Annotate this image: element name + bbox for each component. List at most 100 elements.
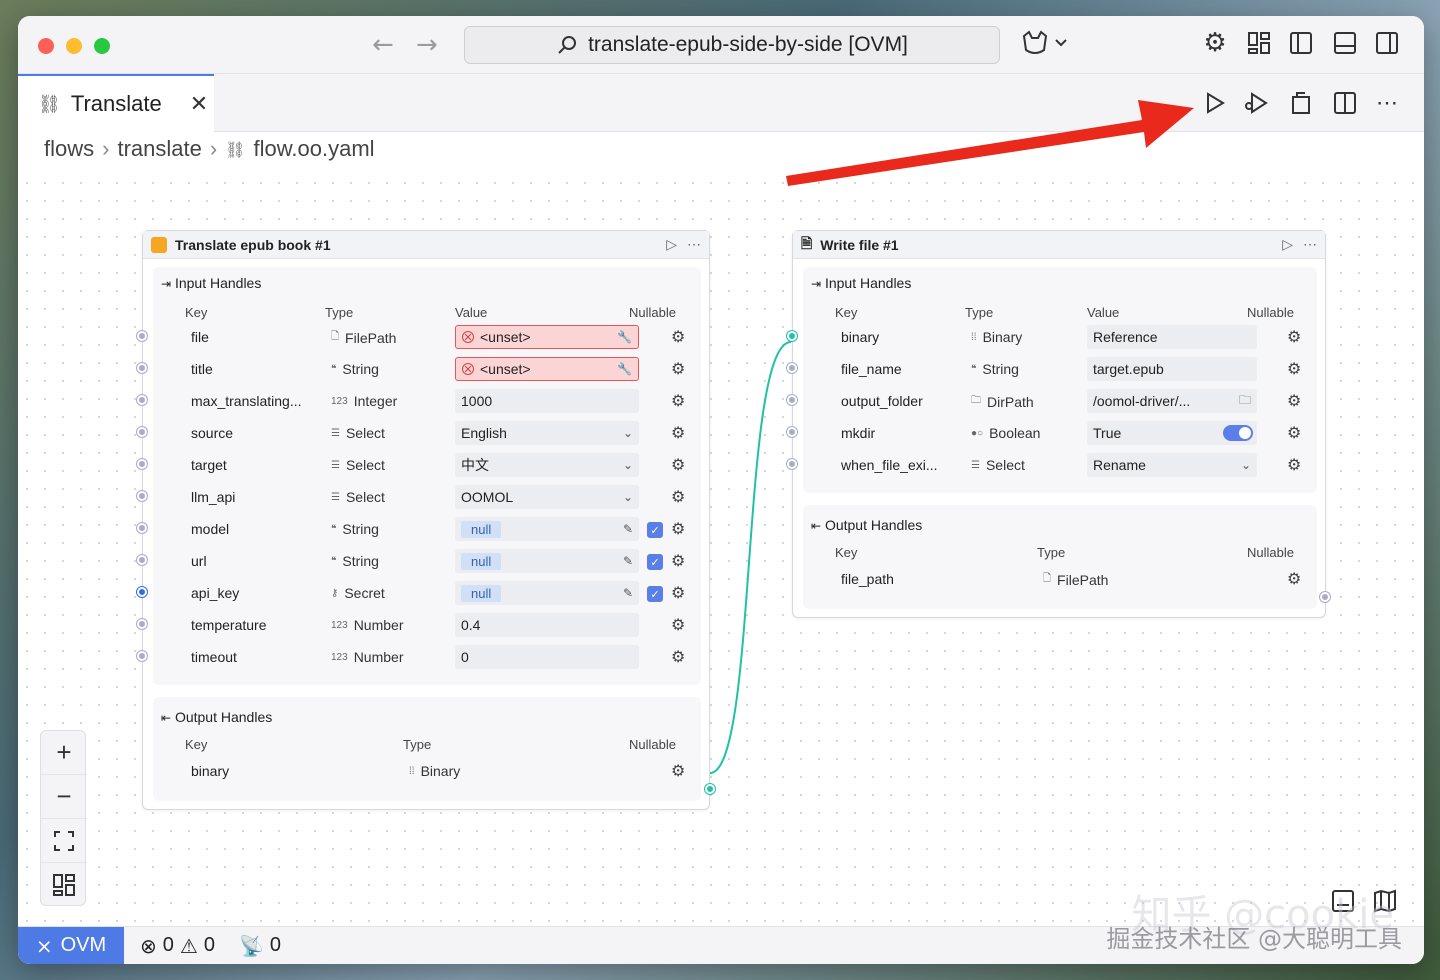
input-value-field[interactable]: null ✎ bbox=[455, 549, 639, 573]
problems-status[interactable]: ⊗ 0 ⚠ 0 bbox=[140, 934, 215, 958]
command-search-bar[interactable]: translate-epub-side-by-side [OVM] bbox=[464, 26, 1000, 64]
input-handle[interactable] bbox=[137, 459, 147, 469]
layout-button[interactable] bbox=[41, 863, 87, 907]
close-tab-icon[interactable]: ✕ bbox=[190, 91, 208, 117]
input-value-field[interactable]: null ✎ bbox=[455, 517, 639, 541]
input-handle[interactable] bbox=[137, 331, 147, 341]
maximize-window-button[interactable] bbox=[94, 38, 110, 54]
edit-pencil-icon[interactable]: ✎ bbox=[623, 586, 633, 600]
node-header: Translate epub book #1 ▷ ⋯ bbox=[143, 231, 709, 259]
input-handle[interactable] bbox=[787, 363, 797, 373]
input-value-field[interactable]: ✕ <unset> 🔧 bbox=[455, 357, 639, 381]
nullable-checkbox[interactable]: ✓ bbox=[647, 522, 663, 538]
input-settings-gear-icon[interactable]: ⚙ bbox=[671, 615, 685, 634]
node-more-icon[interactable]: ⋯ bbox=[687, 236, 701, 253]
input-settings-gear-icon[interactable]: ⚙ bbox=[1287, 359, 1301, 378]
node-translate-epub[interactable]: Translate epub book #1 ▷ ⋯ ⇥ Input Handl… bbox=[142, 230, 710, 810]
run-flow-icon[interactable] bbox=[1200, 88, 1230, 118]
input-handle[interactable] bbox=[137, 651, 147, 661]
forward-arrow-icon[interactable]: → bbox=[416, 30, 438, 60]
input-settings-gear-icon[interactable]: ⚙ bbox=[671, 455, 685, 474]
input-handle[interactable] bbox=[787, 427, 797, 437]
fit-view-button[interactable] bbox=[41, 819, 87, 863]
input-settings-gear-icon[interactable]: ⚙ bbox=[671, 359, 685, 378]
output-handle-binary[interactable] bbox=[705, 784, 715, 794]
nullable-checkbox[interactable]: ✓ bbox=[647, 586, 663, 602]
run-step-icon[interactable] bbox=[1242, 88, 1272, 118]
edit-value-icon[interactable]: 🔧 bbox=[617, 330, 632, 344]
ports-status[interactable]: 📡 0 bbox=[239, 934, 281, 958]
input-settings-gear-icon[interactable]: ⚙ bbox=[1287, 423, 1301, 442]
split-editor-icon[interactable] bbox=[1330, 88, 1360, 118]
breadcrumb-item-translate[interactable]: translate bbox=[117, 136, 201, 162]
input-handle[interactable] bbox=[137, 619, 147, 629]
input-handle[interactable] bbox=[137, 427, 147, 437]
input-value-field[interactable]: /oomol-driver/... 🗀 bbox=[1087, 389, 1257, 413]
input-value-field[interactable]: 中文 ⌄ bbox=[455, 453, 639, 477]
remote-env-badge[interactable]: ⨯ OVM bbox=[18, 926, 124, 964]
export-icon[interactable] bbox=[1286, 88, 1316, 118]
agent-icon[interactable] bbox=[1018, 28, 1072, 58]
back-arrow-icon[interactable]: ← bbox=[372, 30, 394, 60]
input-value-field[interactable]: null ✎ bbox=[455, 581, 639, 605]
breadcrumb-item-flows[interactable]: flows bbox=[44, 136, 94, 162]
input-value-field[interactable]: 0 bbox=[455, 645, 639, 669]
input-handle[interactable] bbox=[787, 459, 797, 469]
input-settings-gear-icon[interactable]: ⚙ bbox=[671, 583, 685, 602]
node-write-file[interactable]: 🗎 Write file #1 ▷ ⋯ ⇥ Input Handles Key … bbox=[792, 230, 1326, 618]
input-handle[interactable] bbox=[137, 523, 147, 533]
input-settings-gear-icon[interactable]: ⚙ bbox=[671, 391, 685, 410]
input-value-field[interactable]: 1000 bbox=[455, 389, 639, 413]
input-value-field[interactable]: Rename ⌄ bbox=[1087, 453, 1257, 477]
tab-translate[interactable]: ⛓ Translate ✕ bbox=[18, 74, 214, 132]
input-settings-gear-icon[interactable]: ⚙ bbox=[671, 519, 685, 538]
input-handle[interactable] bbox=[137, 395, 147, 405]
flow-canvas[interactable]: Translate epub book #1 ▷ ⋯ ⇥ Input Handl… bbox=[18, 174, 1424, 926]
input-value-field[interactable]: OOMOL ⌄ bbox=[455, 485, 639, 509]
input-handle[interactable] bbox=[137, 555, 147, 565]
input-value-field[interactable]: 0.4 bbox=[455, 613, 639, 637]
settings-gear-icon[interactable]: ⚙ bbox=[1200, 28, 1230, 58]
minimize-window-button[interactable] bbox=[66, 38, 82, 54]
input-handle[interactable] bbox=[137, 363, 147, 373]
input-settings-gear-icon[interactable]: ⚙ bbox=[671, 647, 685, 666]
input-value-field[interactable]: target.epub bbox=[1087, 357, 1257, 381]
input-value-field[interactable]: Reference bbox=[1087, 325, 1257, 349]
right-sidebar-icon[interactable] bbox=[1372, 28, 1402, 58]
more-actions-icon[interactable]: ⋯ bbox=[1372, 88, 1402, 118]
input-handles-icon: ⇥ bbox=[811, 277, 822, 291]
input-settings-gear-icon[interactable]: ⚙ bbox=[671, 423, 685, 442]
layout-grid-icon[interactable] bbox=[1244, 28, 1274, 58]
close-window-button[interactable] bbox=[38, 38, 54, 54]
edit-value-icon[interactable]: 🔧 bbox=[617, 362, 632, 376]
zoom-in-button[interactable]: + bbox=[41, 731, 87, 775]
input-settings-gear-icon[interactable]: ⚙ bbox=[671, 487, 685, 506]
input-handle[interactable] bbox=[787, 331, 797, 341]
edit-pencil-icon[interactable]: ✎ bbox=[623, 522, 633, 536]
input-value-field[interactable]: ✕ <unset> 🔧 bbox=[455, 325, 639, 349]
input-handle[interactable] bbox=[137, 587, 147, 597]
zoom-out-button[interactable]: − bbox=[41, 775, 87, 819]
node-more-icon[interactable]: ⋯ bbox=[1303, 236, 1317, 253]
output-settings-gear-icon[interactable]: ⚙ bbox=[671, 761, 685, 780]
left-sidebar-icon[interactable] bbox=[1286, 28, 1316, 58]
output-handle-file-path[interactable] bbox=[1320, 592, 1330, 602]
input-handle[interactable] bbox=[137, 491, 147, 501]
bottom-panel-icon[interactable] bbox=[1330, 28, 1360, 58]
breadcrumb-item-file[interactable]: flow.oo.yaml bbox=[253, 136, 374, 162]
folder-search-icon[interactable]: 🗀 bbox=[1239, 391, 1251, 412]
input-value-field[interactable]: English ⌄ bbox=[455, 421, 639, 445]
input-settings-gear-icon[interactable]: ⚙ bbox=[1287, 327, 1301, 346]
run-node-icon[interactable]: ▷ bbox=[1282, 236, 1293, 253]
boolean-toggle[interactable] bbox=[1223, 425, 1253, 441]
nullable-checkbox[interactable]: ✓ bbox=[647, 554, 663, 570]
input-settings-gear-icon[interactable]: ⚙ bbox=[1287, 391, 1301, 410]
input-handle[interactable] bbox=[787, 395, 797, 405]
input-settings-gear-icon[interactable]: ⚙ bbox=[671, 551, 685, 570]
input-row: mkdir ●○ Boolean True ⚙ bbox=[803, 419, 1317, 447]
edit-pencil-icon[interactable]: ✎ bbox=[623, 554, 633, 568]
input-settings-gear-icon[interactable]: ⚙ bbox=[671, 327, 685, 346]
input-settings-gear-icon[interactable]: ⚙ bbox=[1287, 455, 1301, 474]
output-settings-gear-icon[interactable]: ⚙ bbox=[1287, 569, 1301, 588]
run-node-icon[interactable]: ▷ bbox=[666, 236, 677, 253]
